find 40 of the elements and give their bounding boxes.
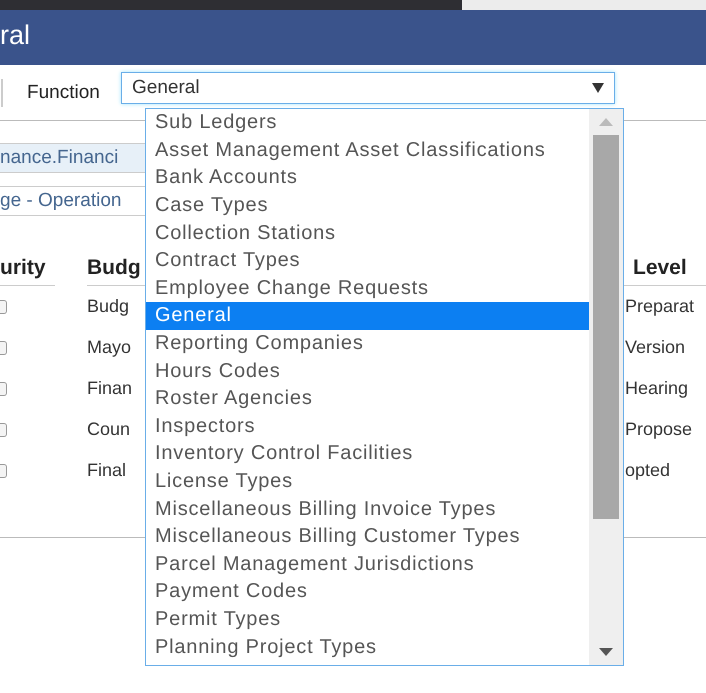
table-cell: Finan (87, 378, 132, 399)
table-cell: Mayo (87, 337, 132, 358)
dropdown-option[interactable]: Payment Codes (146, 578, 589, 606)
scroll-down-icon[interactable] (599, 648, 613, 656)
table-cell: Preparat (625, 296, 694, 317)
dropdown-option[interactable]: Collection Stations (146, 219, 589, 247)
function-select[interactable]: General (121, 72, 615, 104)
dropdown-option[interactable]: Permit Types (146, 606, 589, 634)
dropdown-option[interactable]: Sub Ledgers (146, 109, 589, 137)
dropdown-option[interactable]: General (146, 302, 589, 330)
table-cell: Hearing (625, 378, 688, 399)
checkbox[interactable] (0, 422, 7, 436)
scrollbar[interactable] (589, 109, 623, 665)
dropdown-option[interactable]: License Types (146, 468, 589, 496)
column-header[interactable]: urity (0, 250, 55, 286)
dropdown-option[interactable]: Miscellaneous Billing Customer Types (146, 522, 589, 550)
dropdown-option[interactable]: Hours Codes (146, 357, 589, 385)
dropdown-option[interactable]: Employee Change Requests (146, 274, 589, 302)
caret-icon (592, 82, 604, 92)
dropdown-option[interactable]: Contract Types (146, 246, 589, 275)
checkbox[interactable] (0, 340, 7, 354)
dropdown-option[interactable]: Reporting Companies (146, 330, 589, 358)
table-cell: Version (625, 337, 686, 358)
table-cell: Final (87, 460, 126, 481)
scroll-up-icon[interactable] (599, 118, 613, 126)
checkbox[interactable] (0, 464, 7, 478)
dropdown-option[interactable]: Inventory Control Facilities (146, 440, 589, 468)
dropdown-option[interactable]: Parcel Management Jurisdictions (146, 550, 589, 578)
table-cell: opted (625, 460, 670, 481)
dropdown-option[interactable]: Planning Project Types (146, 633, 589, 661)
checkbox[interactable] (0, 382, 7, 396)
checkbox[interactable] (0, 300, 7, 314)
dropdown-option[interactable]: Inspectors (146, 412, 589, 440)
dropdown-option[interactable]: Roster Agencies (146, 384, 589, 413)
page-title: ral (0, 20, 30, 52)
dropdown-option[interactable]: Miscellaneous Billing Invoice Types (146, 495, 589, 523)
table-cell: Coun (87, 419, 130, 440)
table-cell: Budg (87, 296, 130, 317)
table-cell: Propose (625, 419, 692, 440)
function-label: Function (27, 82, 101, 104)
